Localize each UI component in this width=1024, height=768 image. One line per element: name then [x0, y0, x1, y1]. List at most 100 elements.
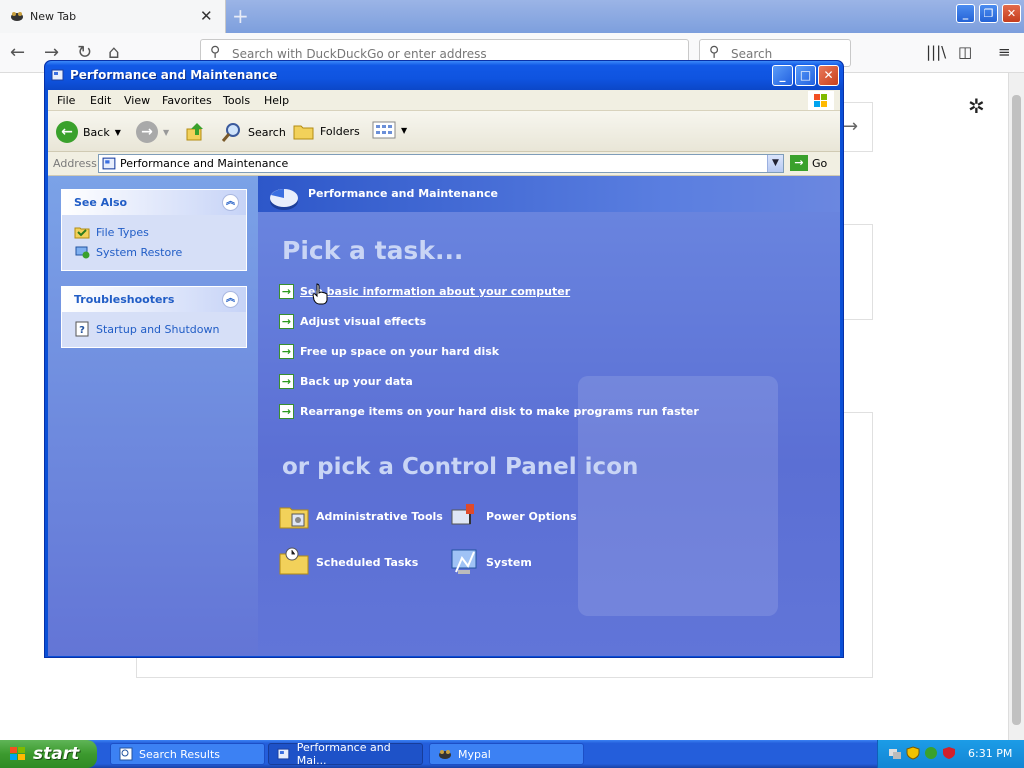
back-button[interactable]: ← Back ▼ — [56, 121, 121, 143]
taskbar: start Search Results Performance and Mai… — [0, 740, 1024, 768]
search-icon: ⚲ — [210, 44, 221, 60]
library-icon[interactable]: |||\ — [926, 43, 946, 61]
url-placeholder: Search with DuckDuckGo or enter address — [232, 47, 487, 61]
taskbar-search-results[interactable]: Search Results — [110, 743, 265, 765]
menu-help[interactable]: Help — [264, 94, 289, 107]
minimize-button[interactable]: _ — [772, 65, 793, 86]
control-panel-icon — [277, 748, 290, 760]
go-arrow-icon: → — [790, 155, 808, 171]
go-button[interactable]: → Go — [790, 155, 827, 171]
cp-label: Scheduled Tasks — [316, 555, 419, 569]
go-arrow-icon[interactable]: → — [843, 116, 858, 137]
update-icon[interactable] — [924, 746, 938, 760]
svg-text:?: ? — [79, 325, 85, 336]
task-arrow-icon: → — [279, 374, 294, 389]
scrollbar-thumb[interactable] — [1012, 95, 1021, 725]
cp-label: Administrative Tools — [316, 509, 443, 523]
task-label: Rearrange items on your hard disk to mak… — [300, 405, 699, 418]
chevron-down-icon[interactable]: ▼ — [767, 155, 783, 172]
search-results-icon — [119, 747, 133, 761]
sidebar-icon[interactable]: ◫ — [958, 43, 972, 61]
system-restore-icon — [75, 246, 90, 259]
search-placeholder: Search — [731, 47, 773, 61]
tab-close-icon[interactable]: ✕ — [200, 7, 213, 25]
new-tab-button[interactable]: + — [232, 4, 249, 28]
up-folder-button[interactable] — [184, 121, 206, 143]
file-types-label: File Types — [96, 225, 149, 239]
views-icon — [372, 121, 396, 139]
address-field[interactable]: Performance and Maintenance ▼ — [98, 154, 784, 173]
main-header-title: Performance and Maintenance — [308, 187, 498, 200]
clock: 6:31 PM — [968, 747, 1013, 760]
task-rearrange-items[interactable]: → Rearrange items on your hard disk to m… — [279, 404, 699, 419]
menu-view[interactable]: View — [124, 94, 150, 107]
see-also-header[interactable]: See Also ︽ — [62, 190, 246, 215]
cp-label: System — [486, 555, 532, 569]
browser-restore-button[interactable]: ❐ — [979, 4, 998, 23]
task-label: Free up space on your hard disk — [300, 345, 500, 358]
file-types-icon — [74, 227, 90, 239]
collapse-icon[interactable]: ︽ — [222, 194, 239, 211]
window-body: File Edit View Favorites Tools Help ← Ba… — [48, 90, 840, 656]
gear-icon[interactable]: ✲ — [968, 94, 985, 118]
menu-edit[interactable]: Edit — [90, 94, 111, 107]
link-startup-shutdown[interactable]: ? Startup and Shutdown — [74, 321, 219, 337]
explorer-window: Performance and Maintenance _ □ ✕ File E… — [44, 60, 844, 658]
menu-tools[interactable]: Tools — [223, 94, 250, 107]
cp-scheduled-tasks[interactable]: Scheduled Tasks — [278, 546, 418, 578]
task-label: Back up your data — [300, 375, 413, 388]
antivirus-icon[interactable] — [942, 746, 956, 760]
troubleshooters-box: Troubleshooters ︽ ? Startup and Shutdown — [61, 286, 247, 348]
maximize-button[interactable]: □ — [795, 65, 816, 86]
views-button[interactable]: ▼ — [372, 121, 407, 139]
taskbar-mypal[interactable]: Mypal — [429, 743, 584, 765]
browser-minimize-button[interactable]: _ — [956, 4, 975, 23]
system-restore-label: System Restore — [96, 245, 183, 259]
forward-button[interactable]: → ▼ — [136, 121, 169, 143]
menu-file[interactable]: File — [57, 94, 75, 107]
browser-close-button[interactable]: ✕ — [1002, 4, 1021, 23]
link-file-types[interactable]: File Types — [74, 224, 149, 240]
start-button[interactable]: start — [0, 740, 97, 768]
browser-scrollbar[interactable] — [1008, 73, 1024, 740]
search-icon — [221, 123, 240, 142]
browser-tab[interactable]: New Tab ✕ — [0, 0, 226, 33]
task-arrow-icon: → — [279, 284, 294, 299]
troubleshooters-header[interactable]: Troubleshooters ︽ — [62, 287, 246, 312]
collapse-icon[interactable]: ︽ — [222, 291, 239, 308]
performance-icon — [270, 189, 298, 210]
close-button[interactable]: ✕ — [818, 65, 839, 86]
menu-bar: File Edit View Favorites Tools Help — [48, 90, 840, 111]
search-label: Search — [248, 125, 286, 139]
windows-flag-icon — [10, 747, 25, 760]
task-back-up-data[interactable]: → Back up your data — [279, 374, 413, 389]
forward-arrow-icon: → — [136, 121, 158, 143]
control-panel-icon — [51, 69, 64, 81]
system-tray: 6:31 PM — [877, 740, 1024, 768]
link-system-restore[interactable]: System Restore — [74, 244, 182, 260]
taskbar-performance[interactable]: Performance and Mai... — [268, 741, 423, 767]
task-free-up-space[interactable]: → Free up space on your hard disk — [279, 344, 499, 359]
network-icon[interactable] — [888, 746, 902, 760]
startup-shutdown-label: Startup and Shutdown — [96, 322, 220, 336]
window-title-bar[interactable]: Performance and Maintenance _ □ ✕ — [45, 61, 843, 90]
address-label: Address — [53, 157, 97, 170]
control-panel-icon — [102, 157, 116, 170]
folders-button[interactable]: Folders — [293, 121, 360, 141]
menu-icon[interactable]: ≡ — [998, 43, 1011, 61]
see-also-heading: See Also — [74, 196, 128, 209]
task-adjust-visual-effects[interactable]: → Adjust visual effects — [279, 314, 426, 329]
address-value: Performance and Maintenance — [120, 157, 289, 170]
administrative-tools-icon — [279, 507, 309, 529]
cp-system[interactable]: System — [448, 546, 532, 578]
chevron-down-icon: ▼ — [163, 127, 170, 137]
cp-administrative-tools[interactable]: Administrative Tools — [278, 500, 443, 532]
task-arrow-icon: → — [279, 314, 294, 329]
back-arrow-icon[interactable]: ← — [10, 42, 25, 63]
search-button[interactable]: Search — [221, 121, 286, 143]
menu-favorites[interactable]: Favorites — [162, 94, 212, 107]
cp-power-options[interactable]: Power Options — [448, 500, 577, 532]
security-shield-icon[interactable] — [906, 746, 920, 760]
back-label: Back — [83, 125, 110, 139]
window-title: Performance and Maintenance — [70, 68, 278, 82]
